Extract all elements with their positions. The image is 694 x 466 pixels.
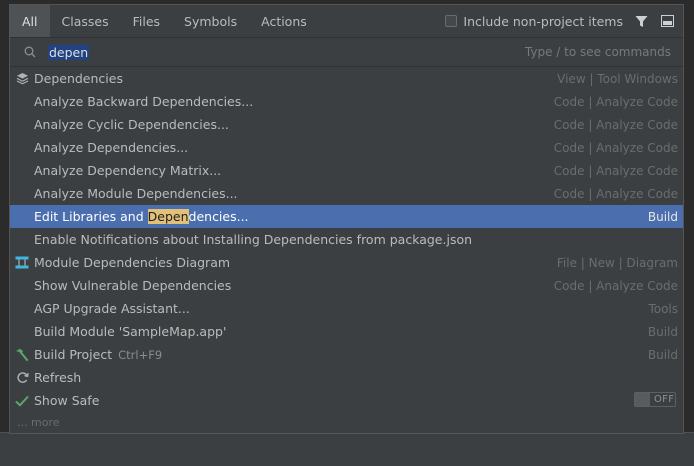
list-item-label: Show Vulnerable Dependencies: [34, 278, 232, 293]
empty-icon-slot: [14, 278, 30, 294]
list-item-analyze-module[interactable]: Analyze Module Dependencies... Code | An…: [10, 182, 683, 205]
label-suffix: dencies...: [188, 209, 249, 224]
list-item-location: Build: [647, 209, 678, 224]
hammer-icon: [14, 347, 30, 363]
list-item-show-vulnerable[interactable]: Show Vulnerable Dependencies Code | Anal…: [10, 274, 683, 297]
results-list: Dependencies View | Tool Windows Analyze…: [10, 67, 683, 432]
list-item-location: Build: [647, 324, 678, 339]
tab-classes[interactable]: Classes: [50, 5, 121, 37]
filter-icon[interactable]: [633, 13, 649, 29]
search-input[interactable]: depen: [48, 44, 90, 60]
empty-icon-slot: [14, 94, 30, 110]
list-item-analyze-dependencies[interactable]: Analyze Dependencies... Code | Analyze C…: [10, 136, 683, 159]
list-item-location: Code | Analyze Code: [553, 163, 678, 178]
list-item-label: Edit Libraries and Dependencies...: [34, 209, 249, 224]
tab-symbols[interactable]: Symbols: [172, 5, 249, 37]
scope-tabs: All Classes Files Symbols Actions Includ…: [10, 5, 683, 38]
list-item-label: Build Project: [34, 347, 113, 362]
check-icon: [14, 393, 30, 409]
list-item-build-project[interactable]: Build Project Ctrl+F9 Build: [10, 343, 683, 366]
background-status-area: [0, 432, 694, 466]
list-item-agp-upgrade[interactable]: AGP Upgrade Assistant... Tools: [10, 297, 683, 320]
list-item-label: Show Safe: [34, 393, 100, 408]
list-item-analyze-backward[interactable]: Analyze Backward Dependencies... Code | …: [10, 90, 683, 113]
list-item-label: Analyze Dependencies...: [34, 140, 189, 155]
include-non-project-label: Include non-project items: [463, 13, 623, 29]
empty-icon-slot: [14, 186, 30, 202]
list-item-label: Enable Notifications about Installing De…: [34, 232, 473, 247]
list-item-label: Analyze Dependency Matrix...: [34, 163, 222, 178]
list-item-location: Tools: [648, 301, 678, 316]
list-item-build-module[interactable]: Build Module 'SampleMap.app' Build: [10, 320, 683, 343]
list-item-edit-libraries[interactable]: Edit Libraries and Dependencies... Build: [10, 205, 683, 228]
background-editor-gutter: [0, 0, 9, 40]
tab-files[interactable]: Files: [121, 5, 172, 37]
list-item-location: Code | Analyze Code: [553, 117, 678, 132]
list-item-label: Dependencies: [34, 71, 123, 86]
list-item-location: Code | Analyze Code: [553, 186, 678, 201]
list-item-location: Code | Analyze Code: [553, 278, 678, 293]
show-safe-toggle[interactable]: OFF: [634, 392, 676, 407]
list-item-location: View | Tool Windows: [557, 71, 678, 86]
search-everywhere-popup: All Classes Files Symbols Actions Includ…: [9, 4, 684, 434]
include-non-project-checkbox[interactable]: Include non-project items: [445, 14, 623, 29]
list-item-label: Analyze Cyclic Dependencies...: [34, 117, 229, 132]
empty-icon-slot: [14, 324, 30, 340]
empty-icon-slot: [14, 163, 30, 179]
list-item-analyze-cyclic[interactable]: Analyze Cyclic Dependencies... Code | An…: [10, 113, 683, 136]
refresh-icon: [14, 370, 30, 386]
list-item-enable-notifications[interactable]: Enable Notifications about Installing De…: [10, 228, 683, 251]
list-item-location: Code | Analyze Code: [553, 140, 678, 155]
empty-icon-slot: [14, 117, 30, 133]
list-item-label: AGP Upgrade Assistant...: [34, 301, 190, 316]
layers-icon: [14, 71, 30, 87]
empty-icon-slot: [14, 301, 30, 317]
list-item-analyze-matrix[interactable]: Analyze Dependency Matrix... Code | Anal…: [10, 159, 683, 182]
tab-actions[interactable]: Actions: [249, 5, 319, 37]
list-item-label: Module Dependencies Diagram: [34, 255, 231, 270]
empty-icon-slot: [14, 209, 30, 225]
label-prefix: Edit Libraries and: [34, 209, 148, 224]
empty-icon-slot: [14, 140, 30, 156]
list-item-label: Analyze Module Dependencies...: [34, 186, 238, 201]
tab-all[interactable]: All: [10, 5, 50, 37]
empty-icon-slot: [14, 232, 30, 248]
list-item-location: Code | Analyze Code: [553, 94, 678, 109]
toggle-state-label: OFF: [654, 394, 675, 405]
list-item-refresh[interactable]: Refresh: [10, 366, 683, 389]
list-item-location: Build: [647, 347, 678, 362]
list-item-module-diagram[interactable]: Module Dependencies Diagram File | New |…: [10, 251, 683, 274]
preview-window-icon[interactable]: [659, 13, 675, 29]
list-item-dependencies[interactable]: Dependencies View | Tool Windows: [10, 67, 683, 90]
more-link[interactable]: ... more: [10, 412, 683, 432]
diagram-icon: [14, 255, 30, 271]
list-item-show-safe[interactable]: Show Safe OFF: [10, 389, 683, 412]
list-item-label: Analyze Backward Dependencies...: [34, 94, 254, 109]
shortcut-label: Ctrl+F9: [118, 347, 163, 362]
toggle-knob: [635, 393, 650, 406]
match-highlight: Depen: [147, 209, 189, 224]
list-item-label: Refresh: [34, 370, 82, 385]
search-icon: [22, 44, 38, 60]
list-item-location: File | New | Diagram: [556, 255, 678, 270]
checkbox-box[interactable]: [445, 15, 458, 27]
search-bar: depen Type / to see commands: [10, 38, 683, 67]
tabs-toolbar: Include non-project items: [445, 5, 675, 37]
list-item-label: Build Module 'SampleMap.app': [34, 324, 227, 339]
search-hint: Type / to see commands: [524, 45, 671, 59]
